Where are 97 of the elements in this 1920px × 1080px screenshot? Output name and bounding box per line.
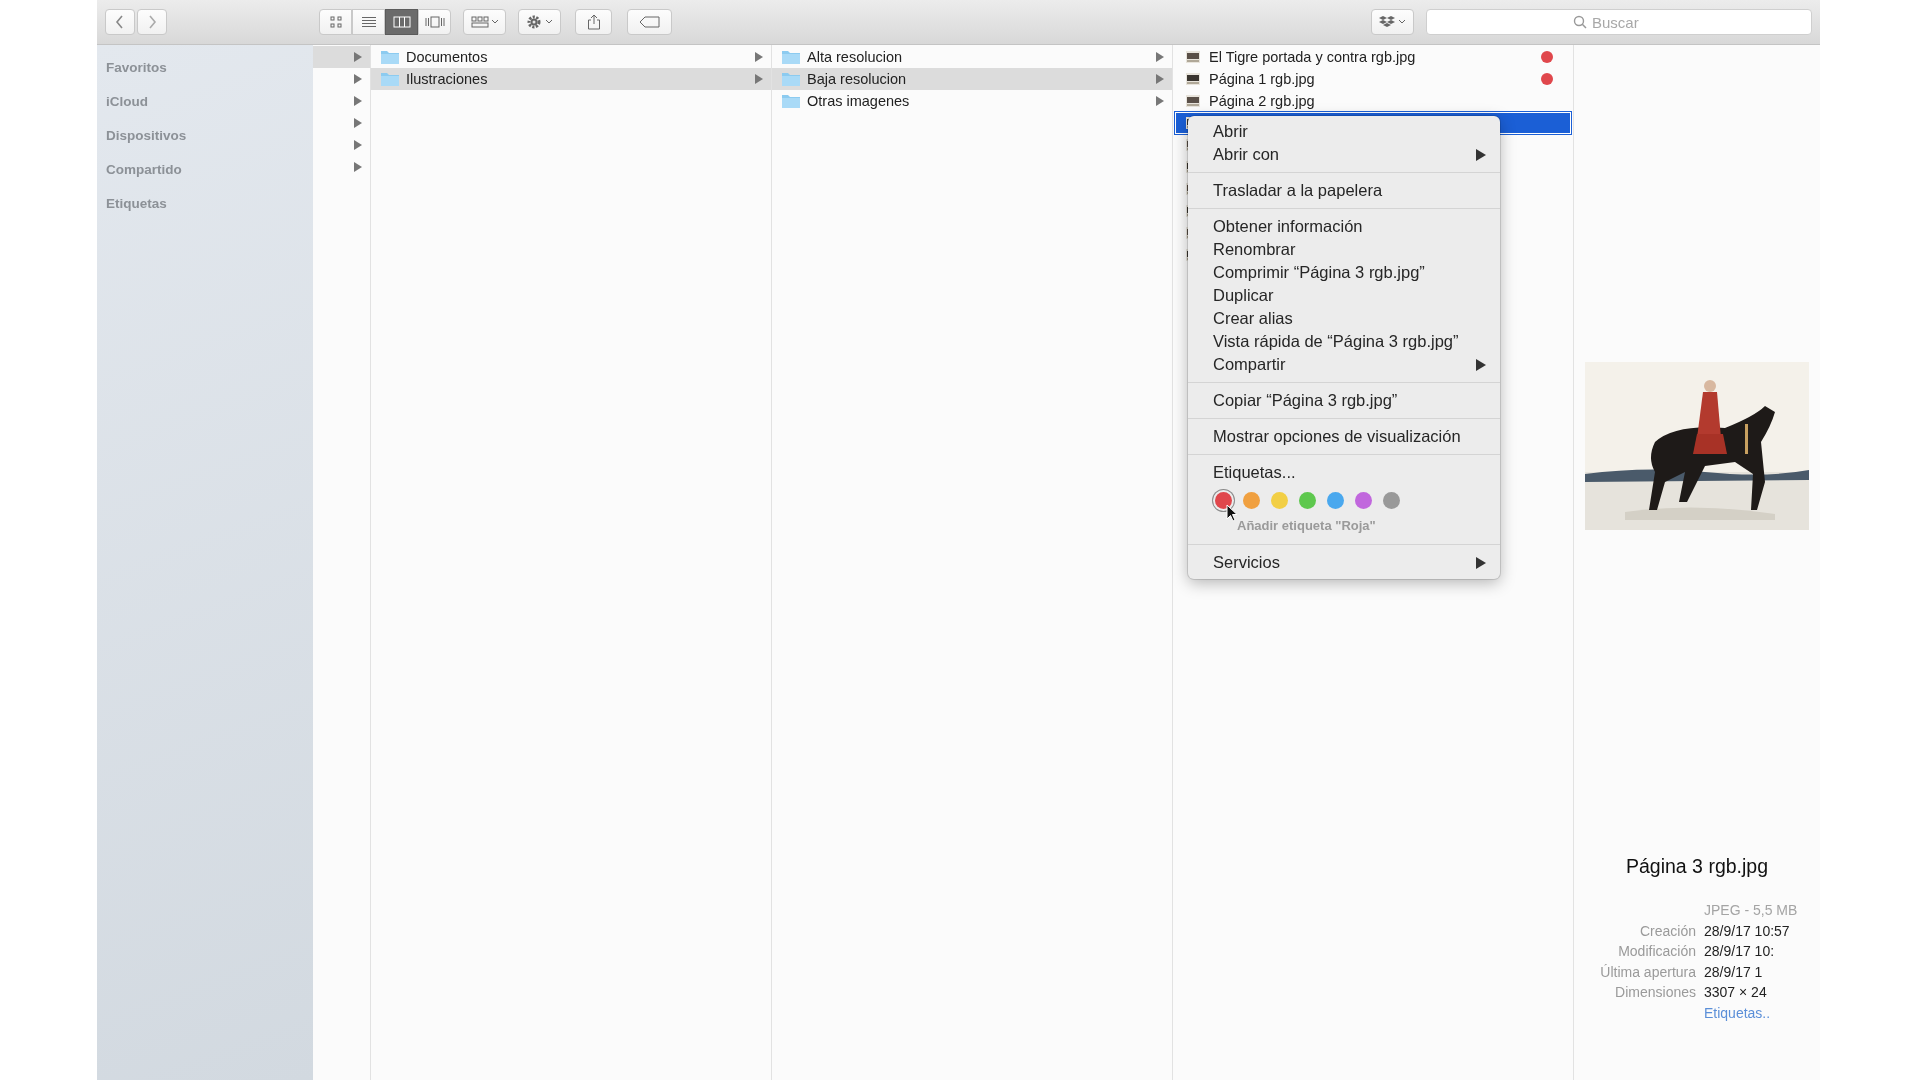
boxes-caret-icon (1377, 15, 1408, 29)
gear-icon (525, 14, 554, 30)
columns-icon (392, 16, 411, 28)
submenu-arrow-icon (1476, 358, 1486, 371)
info-value: 28/9/17 10: (1704, 943, 1775, 960)
folder-name: Ilustraciones (406, 71, 489, 87)
submenu-item[interactable]: Abrir con (1188, 143, 1500, 166)
share-icon (586, 14, 601, 30)
folder-row[interactable]: Baja resolucion (772, 68, 1172, 90)
menu-item[interactable]: Copiar “Página 3 rgb.jpg” (1188, 389, 1500, 412)
info-label: Última apertura (1599, 963, 1697, 980)
folder-row[interactable]: Alta resolucion (772, 46, 1172, 68)
forward-chevron-icon (147, 15, 157, 29)
tag-color-button[interactable] (1271, 491, 1288, 509)
back-button[interactable] (105, 9, 135, 35)
file-row[interactable]: El Tigre portada y contra rgb.jpg (1175, 46, 1571, 68)
file-name: Página 2 rgb.jpg (1209, 93, 1316, 109)
folder-icon (380, 71, 400, 87)
folder-name: Baja resolucion (807, 71, 908, 87)
submenu-arrow-icon (1476, 556, 1486, 569)
disclosure-arrow-icon (354, 96, 362, 106)
folder-row[interactable]: Otras imagenes (772, 90, 1172, 112)
menu-item[interactable]: Obtener información (1188, 215, 1500, 238)
menu-item[interactable]: Mostrar opciones de visualización (1188, 425, 1500, 448)
columns-view-button[interactable] (385, 9, 418, 35)
folder-icon (781, 93, 801, 109)
file-name: El Tigre portada y contra rgb.jpg (1209, 49, 1417, 65)
folder-row[interactable]: Documentos (371, 46, 771, 68)
menu-item[interactable]: Comprimir “Página 3 rgb.jpg” (1188, 261, 1500, 284)
folder-row[interactable] (313, 46, 370, 68)
submenu-item[interactable]: Servicios (1188, 551, 1500, 574)
menu-item[interactable]: Trasladar a la papelera (1188, 179, 1500, 202)
info-label: Dimensiones (1614, 984, 1697, 1001)
disclosure-arrow-icon (1156, 74, 1164, 84)
menu-item-label: Servicios (1213, 552, 1280, 573)
arrange-button[interactable] (463, 9, 506, 35)
menu-item[interactable]: Duplicar (1188, 284, 1500, 307)
grid-icon (328, 16, 343, 28)
menu-item[interactable]: Renombrar (1188, 238, 1500, 261)
folder-row[interactable]: Ilustraciones (371, 68, 771, 90)
tag-button[interactable] (627, 9, 672, 35)
coverflow-view-button[interactable] (418, 9, 451, 35)
folder-icon (781, 71, 801, 87)
file-kind-size: JPEG - 5,5 MB (1704, 902, 1798, 919)
tag-color-button[interactable] (1327, 491, 1344, 509)
tag-hint: Añadir etiqueta "Roja" (1236, 517, 1377, 535)
coverflow-icon (424, 16, 445, 28)
disclosure-arrow-icon (354, 52, 362, 62)
menu-item[interactable]: Crear alias (1188, 307, 1500, 330)
image-thumbnail-icon (1186, 73, 1200, 85)
image-thumbnail-icon (1186, 95, 1200, 107)
disclosure-arrow-icon (354, 118, 362, 128)
file-name: Página 3 rgb.jpg (1626, 855, 1768, 878)
menu-item-label: Compartir (1213, 354, 1286, 375)
share-button[interactable] (575, 9, 612, 35)
menu-item[interactable]: Abrir (1188, 120, 1500, 143)
submenu-arrow-icon (1476, 148, 1486, 161)
folder-name: Alta resolucion (807, 49, 904, 65)
list-icon (360, 16, 377, 28)
menu-item-label: Abrir con (1213, 144, 1280, 165)
tag-color-button[interactable] (1215, 491, 1232, 509)
list-view-button[interactable] (352, 9, 385, 35)
menu-item[interactable]: Etiquetas... (1188, 461, 1500, 484)
grid-caret-icon (470, 16, 499, 28)
folder-icon (781, 49, 801, 65)
search-field[interactable]: Buscar (1426, 9, 1812, 35)
disclosure-arrow-icon (354, 74, 362, 84)
info-value: 28/9/17 1 (1704, 963, 1763, 980)
disclosure-arrow-icon (755, 74, 763, 84)
info-value: 3307 × 24 (1704, 984, 1767, 1001)
info-value: 28/9/17 10:57 (1704, 922, 1790, 939)
disclosure-arrow-icon (1156, 96, 1164, 106)
cursor-icon (1226, 504, 1238, 522)
file-row[interactable]: Página 1 rgb.jpg (1175, 68, 1571, 90)
settings-button[interactable] (518, 9, 561, 35)
tag-icon (638, 16, 661, 28)
info-label: Creación (1638, 922, 1697, 939)
disclosure-arrow-icon (354, 162, 362, 172)
disclosure-arrow-icon (755, 52, 763, 62)
folder-name: Documentos (406, 49, 489, 65)
forward-button[interactable] (137, 9, 167, 35)
info-label: Modificación (1617, 943, 1697, 960)
file-row[interactable]: Página 2 rgb.jpg (1175, 90, 1571, 112)
menu-item[interactable]: Vista rápida de “Página 3 rgb.jpg” (1188, 330, 1500, 353)
dropbox-button[interactable] (1371, 9, 1414, 35)
folder-name: Otras imagenes (807, 93, 911, 109)
submenu-item[interactable]: Compartir (1188, 353, 1500, 376)
back-chevron-icon (115, 15, 125, 29)
disclosure-arrow-icon (354, 140, 362, 150)
tag-color-button[interactable] (1355, 491, 1372, 509)
tag-color-button[interactable] (1383, 491, 1400, 509)
image-thumbnail-icon (1186, 51, 1200, 63)
folder-icon (380, 49, 400, 65)
file-name: Página 1 rgb.jpg (1209, 71, 1316, 87)
tag-color-button[interactable] (1299, 491, 1316, 509)
tag-color-button[interactable] (1243, 491, 1260, 509)
disclosure-arrow-icon (1156, 52, 1164, 62)
